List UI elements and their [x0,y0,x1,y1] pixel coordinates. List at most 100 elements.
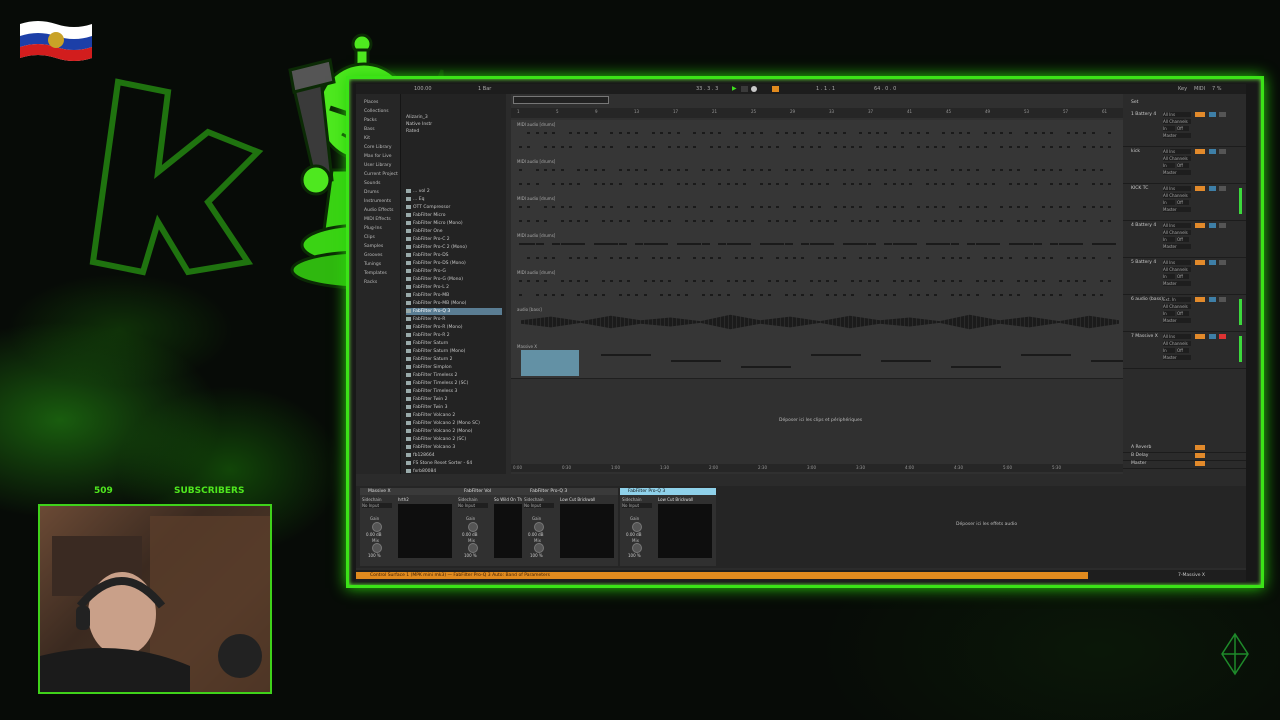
browser-category-item[interactable]: User Library [364,163,391,168]
input-channel-select[interactable]: All Channels [1163,193,1191,198]
mix-knob[interactable] [372,543,382,553]
input-type-select[interactable]: All Ins [1163,112,1191,117]
browser-folder-item[interactable]: Alizarin_3 [406,114,502,121]
solo-button[interactable] [1209,223,1216,228]
record-button[interactable] [751,86,757,92]
browser-plugin-item[interactable]: FabFilter Twin 2 [406,396,502,403]
browser-category-item[interactable]: Clips [364,235,375,240]
device-panel[interactable]: FabFilter Pro-Q 3 Sidechain No Input Gain 0.… [620,488,716,566]
browser-plugin-item[interactable]: fb128664 [406,452,502,459]
browser-category-item[interactable]: Templates [364,271,387,276]
device-panel[interactable]: FabFilter Pro-Q 3 Sidechain No Input Gain 0.… [522,488,618,566]
mixer-track-strip[interactable]: 6 audio (bass) Ext. In All Channels In Off Ma… [1123,295,1246,332]
monitor-in-button[interactable]: In [1163,126,1175,131]
output-select[interactable]: Master [1163,355,1191,360]
browser-plugin-item[interactable]: FabFilter One [406,228,502,235]
arm-button[interactable] [1219,186,1226,191]
browser-plugin-item[interactable]: FabFilter Pro-DS [406,252,502,259]
arrangement-track[interactable]: Massive X [511,342,1141,379]
track-activator-button[interactable] [1195,149,1205,154]
gain-knob[interactable] [372,522,382,532]
return-activator-button[interactable] [1195,445,1205,450]
midi-map-button[interactable]: MIDI [1194,86,1205,92]
return-activator-button[interactable] [1195,461,1205,466]
monitor-off-button[interactable]: Off [1177,348,1189,353]
browser-plugin-item[interactable]: FabFilter Pro-G (Mono) [406,276,502,283]
output-select[interactable]: Master [1163,207,1191,212]
mix-knob[interactable] [632,543,642,553]
browser-folder-item[interactable]: Rated [406,128,502,135]
browser-plugin-item[interactable]: FabFilter Volcano 2 [406,412,502,419]
arm-button[interactable] [1219,112,1226,117]
device-title[interactable]: FabFilter Pro-Q 3 [522,488,618,495]
key-map-button[interactable]: Key [1178,86,1187,92]
browser-plugin-item[interactable]: FabFilter Timeless 3 [406,388,502,395]
browser-category-item[interactable]: MIDI Effects [364,217,391,222]
browser-folder-item[interactable]: Native Instr [406,121,502,128]
mixer-track-strip[interactable]: 1 Battery 4 All Ins All Channels In Off Maste… [1123,110,1246,147]
browser-category-item[interactable]: Core Library [364,145,392,150]
arrangement-track[interactable]: MIDI audio [drums] [511,120,1123,158]
browser-plugin-item[interactable]: ... vol 2 [406,188,502,195]
browser-plugin-item[interactable]: OTT Compressor [406,204,502,211]
input-channel-select[interactable]: All Channels [1163,119,1191,124]
plugin-screen[interactable] [398,504,452,558]
loop-length-display[interactable]: 64 . 0 . 0 [874,86,896,92]
quantize-select[interactable]: 1 Bar [478,86,491,92]
arrangement-track[interactable]: MIDI audio [drums] [511,194,1123,232]
browser-category-item[interactable]: Sounds [364,181,381,186]
input-type-select[interactable]: All Ins [1163,186,1191,191]
gain-knob[interactable] [468,522,478,532]
solo-button[interactable] [1209,334,1216,339]
browser-category-item[interactable]: Drums [364,190,379,195]
mixer-track-strip[interactable]: KICK TC All Ins All Channels In Off Master [1123,184,1246,221]
browser-plugin-item[interactable]: FabFilter Micro [406,212,502,219]
solo-button[interactable] [1209,112,1216,117]
device-title[interactable]: Massive X [360,488,456,495]
browser-plugin-item[interactable]: FabFilter Timeless 2 [406,372,502,379]
browser-plugin-item[interactable]: FabFilter Pro-DS (Mono) [406,260,502,267]
browser-plugin-item[interactable]: FabFilter Pro-MB (Mono) [406,300,502,307]
arm-button[interactable] [1219,297,1226,302]
browser-plugin-item[interactable]: FabFilter Pro-R 2 [406,332,502,339]
arrangement-drop-zone[interactable]: Déposer ici les clips et périphériques [779,418,862,423]
arrangement-track[interactable]: MIDI audio [drums] [511,157,1123,195]
browser-plugin-item[interactable]: FabFilter Twin 3 [406,404,502,411]
monitor-off-button[interactable]: Off [1177,126,1189,131]
browser-category-item[interactable]: Max for Live [364,154,392,159]
monitor-in-button[interactable]: In [1163,237,1175,242]
preset-name[interactable]: Low Cut Brickwall [658,497,714,502]
automation-arm-button[interactable] [772,86,779,92]
monitor-off-button[interactable]: Off [1177,274,1189,279]
arm-button[interactable] [1219,260,1226,265]
gain-knob[interactable] [534,522,544,532]
browser-plugin-item[interactable]: FabFilter Pro-C 2 [406,236,502,243]
browser-category-item[interactable]: Audio Effects [364,208,394,213]
track-activator-button[interactable] [1195,297,1205,302]
browser-category-item[interactable]: Racks [364,280,377,285]
mixer-track-strip[interactable]: 5 Battery 4 All Ins All Channels In Off Maste… [1123,258,1246,295]
monitor-in-button[interactable]: In [1163,163,1175,168]
output-select[interactable]: Master [1163,318,1191,323]
solo-button[interactable] [1209,149,1216,154]
play-button[interactable]: ▶ [732,86,737,92]
arrangement-track[interactable]: audio [bass] [511,305,1123,343]
solo-button[interactable] [1209,297,1216,302]
solo-button[interactable] [1209,260,1216,265]
arm-button[interactable] [1219,223,1226,228]
output-select[interactable]: Master [1163,170,1191,175]
track-activator-button[interactable] [1195,334,1205,339]
browser-plugin-item[interactable]: FabFilter Pro-G [406,268,502,275]
plugin-screen[interactable] [658,504,712,558]
browser-plugin-item[interactable]: FabFilter Pro-R (Mono) [406,324,502,331]
sidechain-input-select[interactable]: No Input [362,503,392,508]
monitor-off-button[interactable]: Off [1177,311,1189,316]
browser-category-item[interactable]: Collections [364,109,389,114]
browser-category-item[interactable]: Instruments [364,199,391,204]
browser-category-item[interactable]: Packs [364,118,377,123]
browser-plugin-item[interactable]: FabFilter Saturn [406,340,502,347]
mix-knob[interactable] [468,543,478,553]
browser-plugin-item[interactable]: FS Stone Reset Sorter - 64 [406,460,502,467]
track-activator-button[interactable] [1195,186,1205,191]
browser-plugin-item[interactable]: FabFilter Saturn 2 [406,356,502,363]
